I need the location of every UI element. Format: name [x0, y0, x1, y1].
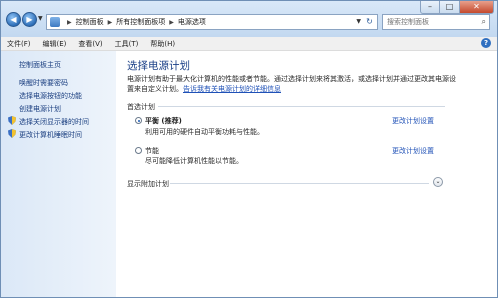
control-panel-window: ◀ ▶ ▼ ▶ 控制面板 ▶ 所有控制面板项 ▶ 电源选项 ▼ ↻ ⌕ – □ …: [0, 0, 498, 298]
maximize-button[interactable]: □: [440, 1, 460, 14]
sidebar-item-power-button[interactable]: 选择电源按钮的功能: [19, 91, 82, 101]
address-bar[interactable]: ▶ 控制面板 ▶ 所有控制面板项 ▶ 电源选项 ▼ ↻: [46, 14, 378, 30]
breadcrumb-separator-icon[interactable]: ▶: [108, 19, 113, 26]
page-title: 选择电源计划: [127, 60, 190, 72]
preferred-plans-label: 首选计划: [127, 103, 155, 111]
shield-icon: [8, 129, 16, 138]
balanced-plan-description: 利用可用的硬件自动平衡功耗与性能。: [145, 128, 264, 136]
power-saver-plan-radio[interactable]: [135, 147, 142, 154]
breadcrumb-all-items[interactable]: 所有控制面板项: [116, 17, 165, 27]
minimize-button[interactable]: –: [420, 1, 440, 14]
breadcrumb-control-panel[interactable]: 控制面板: [76, 17, 104, 27]
menu-tools[interactable]: 工具(T): [109, 39, 145, 49]
balanced-change-settings-link[interactable]: 更改计划设置: [392, 116, 434, 126]
refresh-icon[interactable]: ↻: [364, 17, 375, 27]
menu-help[interactable]: 帮助(H): [144, 39, 181, 49]
search-icon[interactable]: ⌕: [482, 17, 486, 27]
window-controls: – □ ✕: [420, 1, 494, 14]
breadcrumb-power-options[interactable]: 电源选项: [178, 17, 206, 27]
page-description: 电源计划有助于最大化计算机的性能或者节能。通过选择计划来将其激活，或选择计划并通…: [127, 74, 457, 94]
help-icon[interactable]: ?: [481, 38, 491, 48]
close-button[interactable]: ✕: [460, 1, 494, 14]
sidebar-item-control-panel-home[interactable]: 控制面板主页: [19, 60, 61, 70]
breadcrumb-separator-icon[interactable]: ▶: [67, 19, 72, 26]
sidebar-item-sleep-time[interactable]: 更改计算机睡眠时间: [19, 130, 82, 140]
power-saver-plan-description: 尽可能降低计算机性能以节能。: [145, 157, 243, 165]
recent-pages-dropdown-icon[interactable]: ▼: [38, 16, 44, 22]
sidebar-item-display-off-time[interactable]: 选择关闭显示器的时间: [19, 117, 89, 127]
balanced-plan-radio[interactable]: [135, 117, 142, 124]
sidebar-item-create-plan[interactable]: 创建电源计划: [19, 104, 61, 114]
divider: [170, 183, 429, 184]
divider: [158, 106, 445, 107]
menu-view[interactable]: 查看(V): [72, 39, 108, 49]
forward-arrow-icon: ▶: [26, 15, 33, 24]
breadcrumb-separator-icon[interactable]: ▶: [169, 19, 174, 26]
sidebar-item-wake-password[interactable]: 唤醒时需要密码: [19, 78, 68, 88]
forward-button[interactable]: ▶: [22, 12, 37, 27]
back-button[interactable]: ◀: [6, 12, 21, 27]
shield-icon: [8, 116, 16, 125]
expand-chevron-icon[interactable]: ⌄: [433, 177, 443, 187]
show-additional-plans-label[interactable]: 显示附加计划: [127, 179, 169, 189]
search-box[interactable]: ⌕: [382, 14, 490, 30]
main-content: 选择电源计划 电源计划有助于最大化计算机的性能或者节能。通过选择计划来将其激活，…: [116, 51, 497, 297]
back-arrow-icon: ◀: [10, 15, 17, 24]
power-saver-change-settings-link[interactable]: 更改计划设置: [392, 146, 434, 156]
address-dropdown-icon[interactable]: ▼: [356, 18, 361, 25]
address-bar-area: ◀ ▶ ▼ ▶ 控制面板 ▶ 所有控制面板项 ▶ 电源选项 ▼ ↻ ⌕ – □ …: [1, 1, 497, 37]
menu-file[interactable]: 文件(F): [1, 39, 37, 49]
control-panel-icon: [50, 17, 60, 27]
power-saver-plan-name[interactable]: 节能: [145, 146, 159, 156]
power-plan-details-link[interactable]: 告诉我有关电源计划的详细信息: [183, 85, 281, 93]
balanced-plan-name[interactable]: 平衡 (推荐): [145, 116, 182, 126]
search-input[interactable]: [387, 16, 475, 28]
menu-bar: 文件(F) 编辑(E) 查看(V) 工具(T) 帮助(H) ?: [1, 37, 497, 51]
menu-edit[interactable]: 编辑(E): [37, 39, 73, 49]
sidebar: 控制面板主页 唤醒时需要密码 选择电源按钮的功能 创建电源计划 选择关闭显示器的…: [1, 51, 116, 297]
description-text: 电源计划有助于最大化计算机的性能或者节能。通过选择计划来将其激活，或选择计划并通…: [127, 75, 456, 93]
